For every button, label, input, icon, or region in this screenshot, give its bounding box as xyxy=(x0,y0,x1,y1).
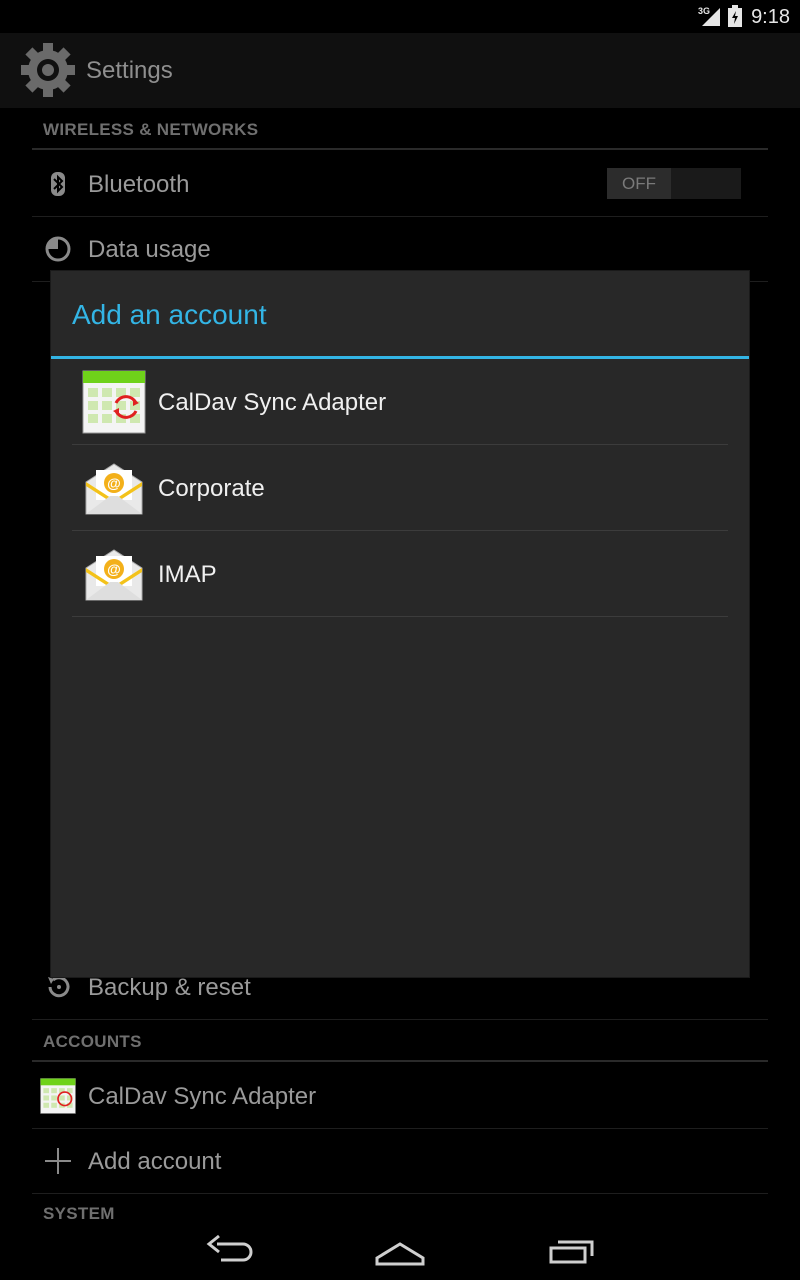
recents-icon[interactable] xyxy=(548,1232,596,1273)
account-type-label: Corporate xyxy=(158,475,265,502)
account-type-corporate[interactable]: @ Corporate xyxy=(72,445,728,531)
dialog-title: Add an account xyxy=(72,299,267,330)
bluetooth-toggle[interactable]: OFF xyxy=(607,168,741,199)
section-divider xyxy=(32,148,768,150)
settings-row-label: Bluetooth xyxy=(88,171,190,198)
signal-3g-icon: 3G xyxy=(698,5,722,32)
account-type-label: CalDav Sync Adapter xyxy=(158,389,387,416)
section-header-accounts: ACCOUNTS xyxy=(43,1032,142,1051)
settings-row-label: Add account xyxy=(88,1148,222,1175)
svg-text:@: @ xyxy=(107,561,121,577)
settings-row-caldav-account[interactable]: CalDav Sync Adapter xyxy=(32,1064,768,1129)
account-type-imap[interactable]: @ IMAP xyxy=(72,531,728,617)
data-usage-icon xyxy=(44,235,72,263)
svg-text:@: @ xyxy=(107,475,121,491)
add-icon xyxy=(44,1147,72,1175)
home-icon[interactable] xyxy=(374,1232,426,1273)
navigation-bar xyxy=(0,1220,800,1280)
calendar-sync-icon xyxy=(40,1078,76,1114)
backup-restore-icon xyxy=(44,973,72,1001)
settings-gear-icon[interactable] xyxy=(18,40,78,105)
settings-row-add-account[interactable]: Add account xyxy=(32,1129,768,1194)
bluetooth-icon xyxy=(44,170,72,198)
add-account-dialog: Add an account CalDav Sync Adapter @ Cor… xyxy=(51,271,749,977)
section-header-system: SYSTEM xyxy=(43,1204,115,1220)
email-envelope-icon: @ xyxy=(82,542,146,606)
settings-row-label: CalDav Sync Adapter xyxy=(88,1083,317,1110)
action-bar: Settings xyxy=(0,33,800,108)
account-type-caldav[interactable]: CalDav Sync Adapter xyxy=(72,359,728,445)
calendar-sync-icon xyxy=(82,370,146,434)
settings-row-label: Data usage xyxy=(88,236,211,263)
toggle-state-label: OFF xyxy=(607,168,671,199)
status-bar: 3G 9:18 xyxy=(0,0,800,33)
battery-icon xyxy=(727,5,743,32)
status-time: 9:18 xyxy=(751,6,790,28)
section-header-wireless: WIRELESS & NETWORKS xyxy=(43,120,259,139)
settings-row-label: Backup & reset xyxy=(88,974,251,1001)
svg-text:3G: 3G xyxy=(698,6,710,16)
settings-row-bluetooth[interactable]: Bluetooth OFF xyxy=(32,152,768,217)
account-type-label: IMAP xyxy=(158,561,217,588)
email-envelope-icon: @ xyxy=(82,456,146,520)
section-divider xyxy=(32,1060,768,1062)
page-title: Settings xyxy=(86,57,173,84)
back-icon[interactable] xyxy=(205,1232,255,1273)
